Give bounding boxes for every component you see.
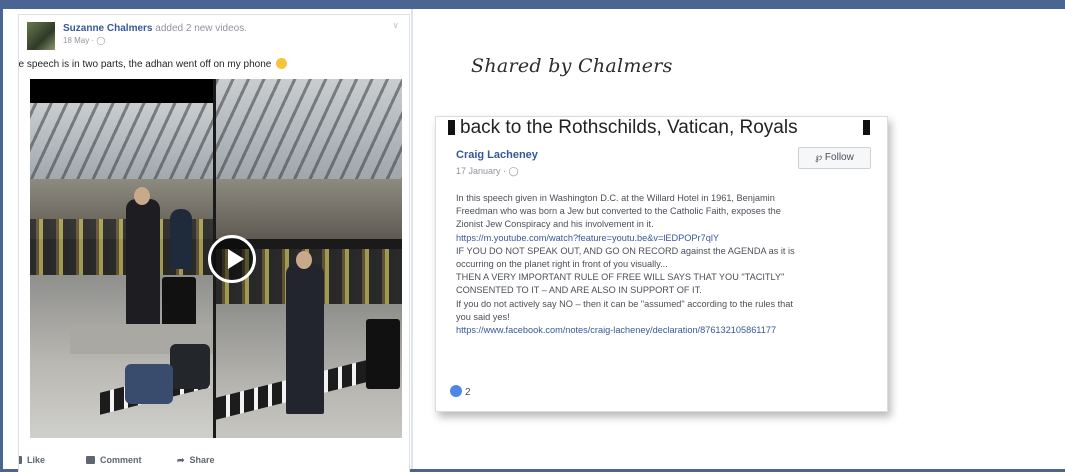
card-body-line: IF YOU DO NOT SPEAK OUT, AND GO ON RECOR… xyxy=(456,245,795,256)
video-roof-structure xyxy=(216,79,402,193)
card-body-line: THEN A VERY IMPORTANT RULE OF FREE WILL … xyxy=(456,272,785,283)
video-person-head xyxy=(134,187,150,205)
video-bag xyxy=(170,344,210,389)
video-bag xyxy=(125,364,173,404)
comment-button[interactable]: Comment xyxy=(86,455,142,465)
card-author-name[interactable]: Craig Lacheney xyxy=(456,149,538,161)
card-body-line: you said yes! xyxy=(456,311,510,322)
video-person xyxy=(126,199,160,339)
headline-marker-right xyxy=(863,120,870,135)
card-body-line: Freedman who was born a Jew but converte… xyxy=(456,206,781,217)
like-button[interactable]: Like xyxy=(19,455,46,465)
share-icon: ➦ xyxy=(177,455,185,465)
smiley-emoji-icon xyxy=(276,58,288,69)
post-date[interactable]: 18 May · xyxy=(63,36,96,45)
panel-divider xyxy=(411,9,413,469)
card-body-line: In this speech given in Washington D.C. … xyxy=(456,193,775,203)
card-meta: 17 January · ◯ xyxy=(456,166,519,177)
share-label: Share xyxy=(189,455,215,465)
play-button[interactable] xyxy=(208,235,256,283)
author-name[interactable]: Suzanne Chalmers xyxy=(63,23,152,34)
reaction-summary[interactable]: 2 xyxy=(450,385,471,398)
video-building xyxy=(216,179,402,239)
chevron-down-icon[interactable]: ∨ xyxy=(392,20,399,31)
shared-post-card: back to the Rothschilds, Vatican, Royals… xyxy=(435,116,888,412)
card-date[interactable]: 17 January · xyxy=(456,166,509,176)
post-meta: 18 May · ◯ xyxy=(63,35,393,47)
video-thumbnail-1[interactable] xyxy=(30,79,213,438)
globe-icon: ◯ xyxy=(508,166,519,176)
card-headline: back to the Rothschilds, Vatican, Royals xyxy=(460,117,798,138)
post-text: he speech is in two parts, the adhan wen… xyxy=(18,58,409,70)
reaction-count: 2 xyxy=(465,387,471,398)
video-person xyxy=(286,264,324,414)
video-person xyxy=(170,209,192,269)
post-action-bar: Like Comment ➦ Share xyxy=(19,451,409,472)
author-line: Suzanne Chalmers added 2 new videos. xyxy=(63,22,393,35)
share-button[interactable]: ➦ Share xyxy=(177,455,215,466)
avatar[interactable] xyxy=(27,22,55,50)
frame-left-bar xyxy=(0,0,3,472)
frame-top-bar xyxy=(0,0,1065,9)
video-person-head xyxy=(296,251,312,269)
headline-marker-left xyxy=(448,120,455,135)
card-body-line: CONSENTED TO IT – AND ARE ALSO IN SUPPOR… xyxy=(456,285,702,296)
comment-icon xyxy=(86,456,95,464)
like-label: Like xyxy=(27,455,46,465)
video-letterbox xyxy=(30,79,213,103)
left-post: Suzanne Chalmers added 2 new videos. 18 … xyxy=(18,14,410,472)
follow-label: Follow xyxy=(824,152,854,163)
card-body: In this speech given in Washington D.C. … xyxy=(456,192,874,337)
globe-icon: ◯ xyxy=(96,36,106,45)
video-speaker xyxy=(366,319,400,389)
card-body-line: Zionist Jew Conspiracy and his involveme… xyxy=(456,219,654,230)
post-action-text: added 2 new videos. xyxy=(152,23,247,34)
like-reaction-icon xyxy=(450,385,462,397)
follow-button[interactable]: ℘ Follow xyxy=(798,147,871,169)
post-header: Suzanne Chalmers added 2 new videos. 18 … xyxy=(63,22,393,47)
thumbs-up-icon xyxy=(19,456,22,464)
card-body-line: If you do not actively say NO – then it … xyxy=(456,298,793,309)
card-body-line: occurring on the planet right in front o… xyxy=(456,259,668,270)
comment-label: Comment xyxy=(100,455,142,465)
video-area[interactable] xyxy=(30,79,402,438)
rss-icon: ℘ xyxy=(815,152,823,163)
post-text-content: he speech is in two parts, the adhan wen… xyxy=(18,59,272,70)
facebook-notes-link[interactable]: https://www.facebook.com/notes/craig-lac… xyxy=(456,324,874,337)
shared-by-heading: Shared by Chalmers xyxy=(471,55,673,77)
youtube-link[interactable]: https://m.youtube.com/watch?feature=yout… xyxy=(456,232,874,245)
